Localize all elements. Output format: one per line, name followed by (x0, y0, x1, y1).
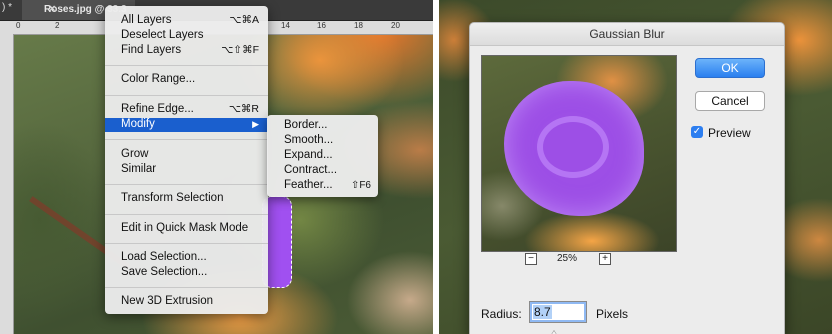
menu-separator (105, 139, 268, 140)
blur-preview-image[interactable] (481, 55, 677, 252)
submenu-item-border[interactable]: Border... (267, 119, 378, 133)
close-icon[interactable]: × (49, 3, 61, 15)
menu-item-find-layers[interactable]: Find Layers ⌥⇧⌘F (105, 44, 268, 58)
submenu-arrow-icon: ▶ (252, 119, 259, 129)
zoom-out-button[interactable]: − (525, 253, 537, 265)
modify-submenu: Border... Smooth... Expand... Contract..… (267, 115, 378, 197)
rose-petal-detail (537, 116, 609, 178)
ruler-tick: 14 (281, 21, 290, 30)
preview-checkbox-label: Preview (708, 126, 751, 140)
menu-item-modify[interactable]: Modify ▶ (105, 118, 268, 132)
radius-label: Radius: (481, 307, 522, 321)
ruler-tick: 0 (16, 21, 21, 30)
menu-separator (105, 65, 268, 66)
radius-input-value: 8.7 (533, 305, 552, 319)
radius-units: Pixels (596, 307, 629, 321)
previous-tab-fragment[interactable]: ) * (2, 2, 12, 13)
ok-button[interactable]: OK (695, 58, 765, 78)
menu-separator (105, 95, 268, 96)
menu-item-all-layers[interactable]: All Layers ⌥⌘A (105, 14, 268, 28)
menu-item-quick-mask[interactable]: Edit in Quick Mask Mode (105, 222, 268, 236)
submenu-item-expand[interactable]: Expand... (267, 149, 378, 163)
cancel-button[interactable]: Cancel (695, 91, 765, 111)
photoshop-canvas-area: ) * × Roses.jpg @ 33.3 0 2 14 16 18 20 A… (0, 0, 433, 334)
menu-item-new-3d-extrusion[interactable]: New 3D Extrusion (105, 295, 268, 309)
menu-item-color-range[interactable]: Color Range... (105, 73, 268, 87)
submenu-item-feather[interactable]: Feather... ⇧F6 (267, 179, 378, 193)
ruler-tick: 18 (354, 21, 363, 30)
ruler-tick: 2 (55, 21, 60, 30)
menu-item-grow[interactable]: Grow (105, 148, 268, 162)
vertical-ruler (0, 34, 14, 334)
blur-dialog-backdrop: Gaussian Blur − 25% + OK Cancel ✓ Previe… (439, 0, 832, 334)
menu-separator (105, 287, 268, 288)
gaussian-blur-dialog: Gaussian Blur − 25% + OK Cancel ✓ Previe… (469, 22, 785, 334)
ruler-tick: 16 (317, 21, 326, 30)
menu-separator (105, 243, 268, 244)
zoom-in-button[interactable]: + (599, 253, 611, 265)
submenu-item-smooth[interactable]: Smooth... (267, 134, 378, 148)
menu-item-deselect-layers[interactable]: Deselect Layers (105, 29, 268, 43)
zoom-level: 25% (557, 253, 578, 264)
radius-input[interactable]: 8.7 (529, 301, 587, 323)
preview-checkbox[interactable]: ✓ (691, 126, 703, 138)
menu-separator (105, 184, 268, 185)
submenu-item-contract[interactable]: Contract... (267, 164, 378, 178)
menu-item-transform-selection[interactable]: Transform Selection (105, 192, 268, 206)
dialog-title: Gaussian Blur (470, 23, 784, 46)
menu-item-load-selection[interactable]: Load Selection... (105, 251, 268, 265)
menu-item-refine-edge[interactable]: Refine Edge... ⌥⌘R (105, 103, 268, 117)
menu-item-similar[interactable]: Similar (105, 163, 268, 177)
ruler-tick: 20 (391, 21, 400, 30)
select-menu: All Layers ⌥⌘A Deselect Layers Find Laye… (105, 6, 268, 314)
menu-separator (105, 214, 268, 215)
menu-item-save-selection[interactable]: Save Selection... (105, 266, 268, 280)
